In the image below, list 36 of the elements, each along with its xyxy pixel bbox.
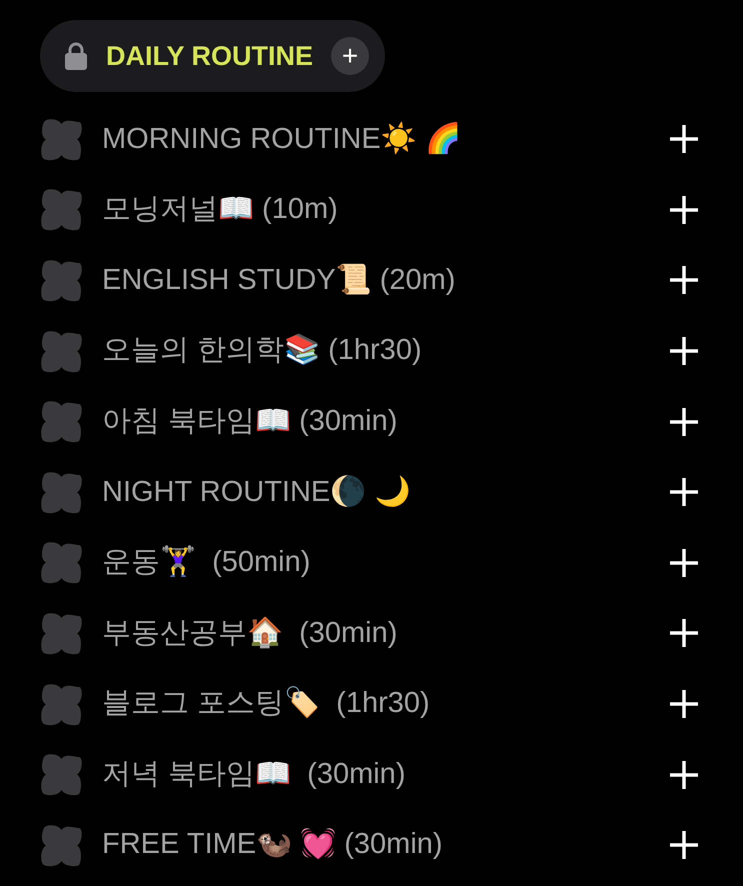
routine-label[interactable]: ENGLISH STUDY📜 (20m) bbox=[102, 258, 669, 302]
clover-icon bbox=[40, 541, 83, 584]
add-icon[interactable] bbox=[669, 477, 699, 508]
clover-icon bbox=[40, 824, 83, 867]
add-icon[interactable] bbox=[669, 265, 699, 296]
clover-icon bbox=[40, 612, 83, 655]
clover-icon bbox=[40, 188, 83, 232]
clover-icon bbox=[40, 258, 83, 302]
lock-icon bbox=[64, 41, 88, 71]
add-button[interactable]: + bbox=[331, 37, 370, 75]
routine-label[interactable]: FREE TIME🦦 💓 (30min) bbox=[102, 823, 669, 867]
routine-label[interactable]: 부동산공부🏠 (30min) bbox=[102, 612, 669, 656]
add-icon[interactable] bbox=[669, 336, 699, 366]
add-icon[interactable] bbox=[669, 194, 699, 225]
routine-label[interactable]: 블로그 포스팅🏷 (1hr30) bbox=[102, 682, 669, 726]
routine-label[interactable]: 아침 북타임📖 (30min) bbox=[102, 400, 669, 444]
add-icon[interactable] bbox=[669, 618, 699, 648]
add-icon[interactable] bbox=[669, 830, 699, 860]
routine-label[interactable]: 저녁 북타임📖 (30min) bbox=[102, 752, 669, 796]
clover-icon bbox=[40, 400, 83, 444]
routine-label[interactable]: 모닝저널📖 (10m) bbox=[102, 188, 669, 232]
clover-icon bbox=[40, 470, 83, 514]
clover-icon bbox=[40, 753, 83, 796]
group-title: DAILY ROUTINE bbox=[106, 40, 314, 73]
routine-label[interactable]: NIGHT ROUTINE🌘 🌙 bbox=[102, 470, 669, 514]
add-icon[interactable] bbox=[669, 548, 699, 578]
routine-label[interactable]: 오늘의 한의학📚 (1hr30) bbox=[102, 329, 669, 373]
add-icon[interactable] bbox=[669, 760, 699, 790]
add-icon[interactable] bbox=[669, 124, 699, 154]
routine-label[interactable]: MORNING ROUTINE☀ 🌈 bbox=[102, 118, 669, 162]
clover-icon bbox=[40, 118, 83, 161]
add-icon[interactable] bbox=[669, 689, 699, 720]
clover-icon bbox=[40, 330, 83, 373]
routine-label[interactable]: 운동🏋‍♀ (50min) bbox=[102, 541, 669, 585]
add-icon[interactable] bbox=[669, 406, 699, 437]
clover-icon bbox=[40, 682, 83, 726]
